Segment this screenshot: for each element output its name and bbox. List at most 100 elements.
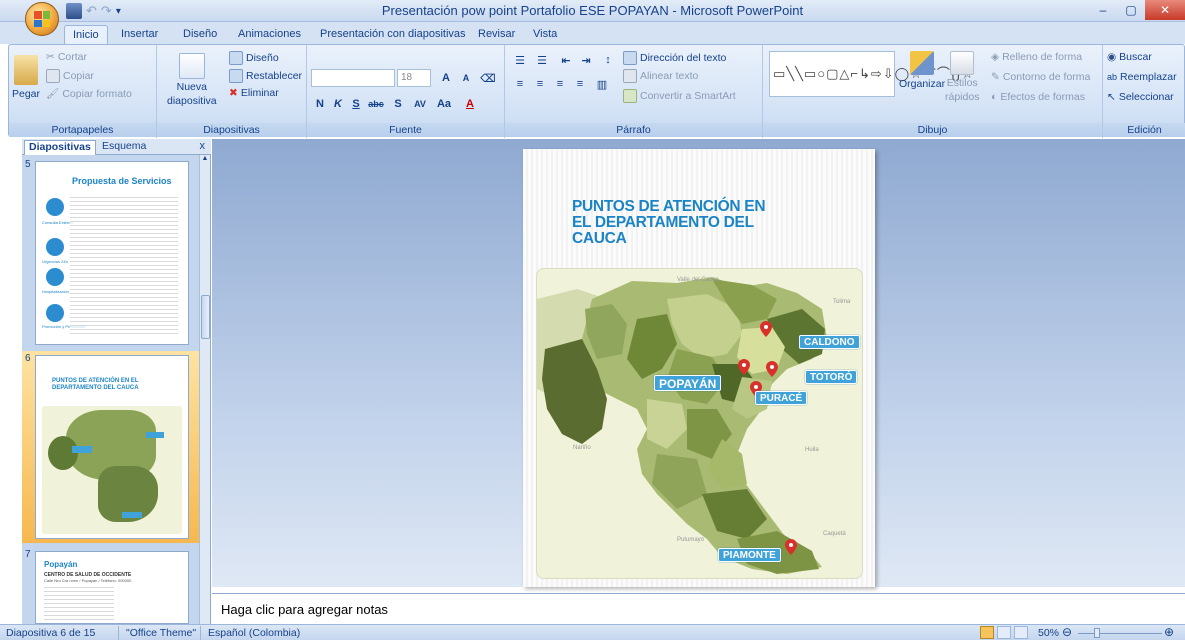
shape-outline-button[interactable]: ✎ Contorno de forma xyxy=(991,71,1090,83)
underline-button[interactable]: S xyxy=(347,95,365,113)
slide-title[interactable]: PUNTOS DE ATENCIÓN EN EL DEPARTAMENTO DE… xyxy=(572,199,772,247)
scissors-icon: ✂ xyxy=(46,51,55,63)
service-icon xyxy=(46,304,64,322)
organize-button[interactable]: Organizar xyxy=(899,51,945,90)
tab-vista[interactable]: Vista xyxy=(525,25,565,44)
align-center-button[interactable]: ≡ xyxy=(531,75,549,93)
normal-view-icon[interactable] xyxy=(980,626,994,639)
italic-button[interactable]: K xyxy=(329,95,347,113)
layout-icon xyxy=(229,51,243,65)
group-label: Fuente xyxy=(307,123,504,137)
office-button[interactable] xyxy=(25,2,59,36)
window-title: Presentación pow point Portafolio ESE PO… xyxy=(381,3,804,18)
region-label: Tolima xyxy=(833,299,851,305)
tab-outline[interactable]: Esquema xyxy=(98,140,150,155)
pane-scrollbar[interactable]: ▲ xyxy=(199,155,210,624)
shape-fill-button[interactable]: ◈ Relleno de forma xyxy=(991,51,1082,63)
format-painter-button[interactable]: 🖌 Copiar formato xyxy=(46,87,132,101)
text-direction-button[interactable]: Dirección del texto xyxy=(623,51,726,65)
slide-thumb-row-selected[interactable]: 6 PUNTOS DE ATENCIÓN EN EL DEPARTAMENTO … xyxy=(22,351,200,543)
increase-indent-button[interactable]: ⇥ xyxy=(577,51,595,69)
paste-button[interactable]: Pegar xyxy=(12,55,40,100)
layout-button[interactable]: Diseño xyxy=(229,51,279,65)
shape-effects-button[interactable]: ◐ Efectos de formas xyxy=(991,91,1085,103)
maximize-button[interactable]: ▢ xyxy=(1117,0,1145,20)
columns-button[interactable]: ▥ xyxy=(593,75,611,93)
tab-animaciones[interactable]: Animaciones xyxy=(230,25,309,44)
copy-icon xyxy=(46,69,60,83)
map-pin-icon xyxy=(766,361,778,377)
justify-button[interactable]: ≡ xyxy=(571,75,589,93)
tab-slides[interactable]: Diapositivas xyxy=(24,140,96,155)
pane-close-button[interactable]: x xyxy=(200,140,206,152)
effects-icon: ◐ xyxy=(991,91,998,103)
language-indicator[interactable]: Español (Colombia) xyxy=(208,627,300,639)
slide-thumbnail[interactable]: Propuesta de Servicios Consulta Externa … xyxy=(35,161,189,345)
smartart-button[interactable]: Convertir a SmartArt xyxy=(623,89,736,103)
shrink-font-button[interactable]: A xyxy=(457,69,475,87)
replace-button[interactable]: ab Reemplazar xyxy=(1107,71,1177,83)
shadow-button[interactable]: S xyxy=(389,95,407,113)
reset-button[interactable]: Restablecer xyxy=(229,69,302,83)
font-color-button[interactable]: A xyxy=(461,95,479,113)
decrease-indent-button[interactable]: ⇤ xyxy=(557,51,575,69)
numbering-button[interactable]: ☰ xyxy=(533,51,551,69)
region-label: Putumayo xyxy=(677,537,705,543)
tab-inicio[interactable]: Inicio xyxy=(64,25,108,44)
quick-styles-button[interactable]: Estilos rápidos xyxy=(945,51,979,103)
notes-placeholder[interactable]: Haga clic para agregar notas xyxy=(221,602,388,617)
office-logo-icon xyxy=(34,11,50,27)
tab-presentacion[interactable]: Presentación con diapositivas xyxy=(312,25,474,44)
slide-thumb-row[interactable]: 5 Propuesta de Servicios Consulta Extern… xyxy=(22,157,200,347)
zoom-in-button[interactable]: ⊕ xyxy=(1164,625,1174,639)
tab-revisar[interactable]: Revisar xyxy=(470,25,523,44)
region-label: Caquetá xyxy=(823,531,846,537)
tab-insertar[interactable]: Insertar xyxy=(113,25,166,44)
align-left-button[interactable]: ≡ xyxy=(511,75,529,93)
change-case-button[interactable]: Aa xyxy=(435,95,453,113)
close-button[interactable]: ✕ xyxy=(1145,0,1185,20)
copy-button[interactable]: Copiar xyxy=(46,69,94,83)
zoom-slider[interactable] xyxy=(1078,633,1162,634)
delete-slide-button[interactable]: ✖ Eliminar xyxy=(229,87,279,99)
region-label: Nariño xyxy=(573,445,591,451)
slide-thumbnail[interactable]: PUNTOS DE ATENCIÓN EN EL DEPARTAMENTO DE… xyxy=(35,355,189,539)
font-name-select[interactable] xyxy=(311,69,395,87)
view-buttons xyxy=(980,626,1028,639)
zoom-out-button[interactable]: ⊖ xyxy=(1062,625,1072,639)
align-text-button[interactable]: Alinear texto xyxy=(623,69,698,83)
strikethrough-button[interactable]: abc xyxy=(367,95,385,113)
slide-workspace: PUNTOS DE ATENCIÓN EN EL DEPARTAMENTO DE… xyxy=(212,139,1185,587)
zoom-level[interactable]: 50% xyxy=(1038,627,1059,639)
align-right-button[interactable]: ≡ xyxy=(551,75,569,93)
clipboard-icon xyxy=(14,55,39,85)
notes-pane[interactable]: Haga clic para agregar notas xyxy=(212,593,1185,624)
bullets-button[interactable]: ☰ xyxy=(511,51,529,69)
map-tag-caldono: CALDONO xyxy=(799,335,860,349)
slideshow-icon[interactable] xyxy=(1014,626,1028,639)
new-slide-button[interactable]: Nueva diapositiva xyxy=(167,53,217,107)
scrollbar-thumb[interactable] xyxy=(201,295,210,339)
slide-thumbnail[interactable]: Popayán CENTRO DE SALUD DE OCCIDENTE Cal… xyxy=(35,551,189,624)
spacing-button[interactable]: AV xyxy=(411,95,429,113)
scroll-up-icon[interactable]: ▲ xyxy=(200,155,210,165)
font-size-select[interactable]: 18 xyxy=(397,69,431,87)
shapes-gallery[interactable]: ▭╲╲▭○▢△⌐↳⇨⇩◯☆⌒⌒{}☆ xyxy=(769,51,973,97)
theme-name[interactable]: "Office Theme" xyxy=(126,627,196,639)
slide-thumb-row[interactable]: 7 Popayán CENTRO DE SALUD DE OCCIDENTE C… xyxy=(22,547,200,624)
current-slide[interactable]: PUNTOS DE ATENCIÓN EN EL DEPARTAMENTO DE… xyxy=(523,149,875,587)
thumb-title: Popayán xyxy=(44,560,78,569)
zoom-slider-thumb[interactable] xyxy=(1094,628,1100,638)
smartart-icon xyxy=(623,89,637,103)
grow-font-button[interactable]: A xyxy=(437,69,455,87)
line-spacing-button[interactable]: ↕ xyxy=(599,51,617,69)
tab-diseno[interactable]: Diseño xyxy=(175,25,225,44)
cut-button[interactable]: ✂ Cortar xyxy=(46,51,87,63)
select-button[interactable]: ↖ Seleccionar xyxy=(1107,91,1174,103)
clear-format-button[interactable]: ⌫ xyxy=(479,69,497,87)
minimize-button[interactable]: – xyxy=(1089,0,1117,20)
find-button[interactable]: ◉ Buscar xyxy=(1107,51,1152,63)
map-image[interactable]: Valle del Cauca Tolima Nariño Huila Putu… xyxy=(536,268,863,579)
bold-button[interactable]: N xyxy=(311,95,329,113)
slide-sorter-icon[interactable] xyxy=(997,626,1011,639)
